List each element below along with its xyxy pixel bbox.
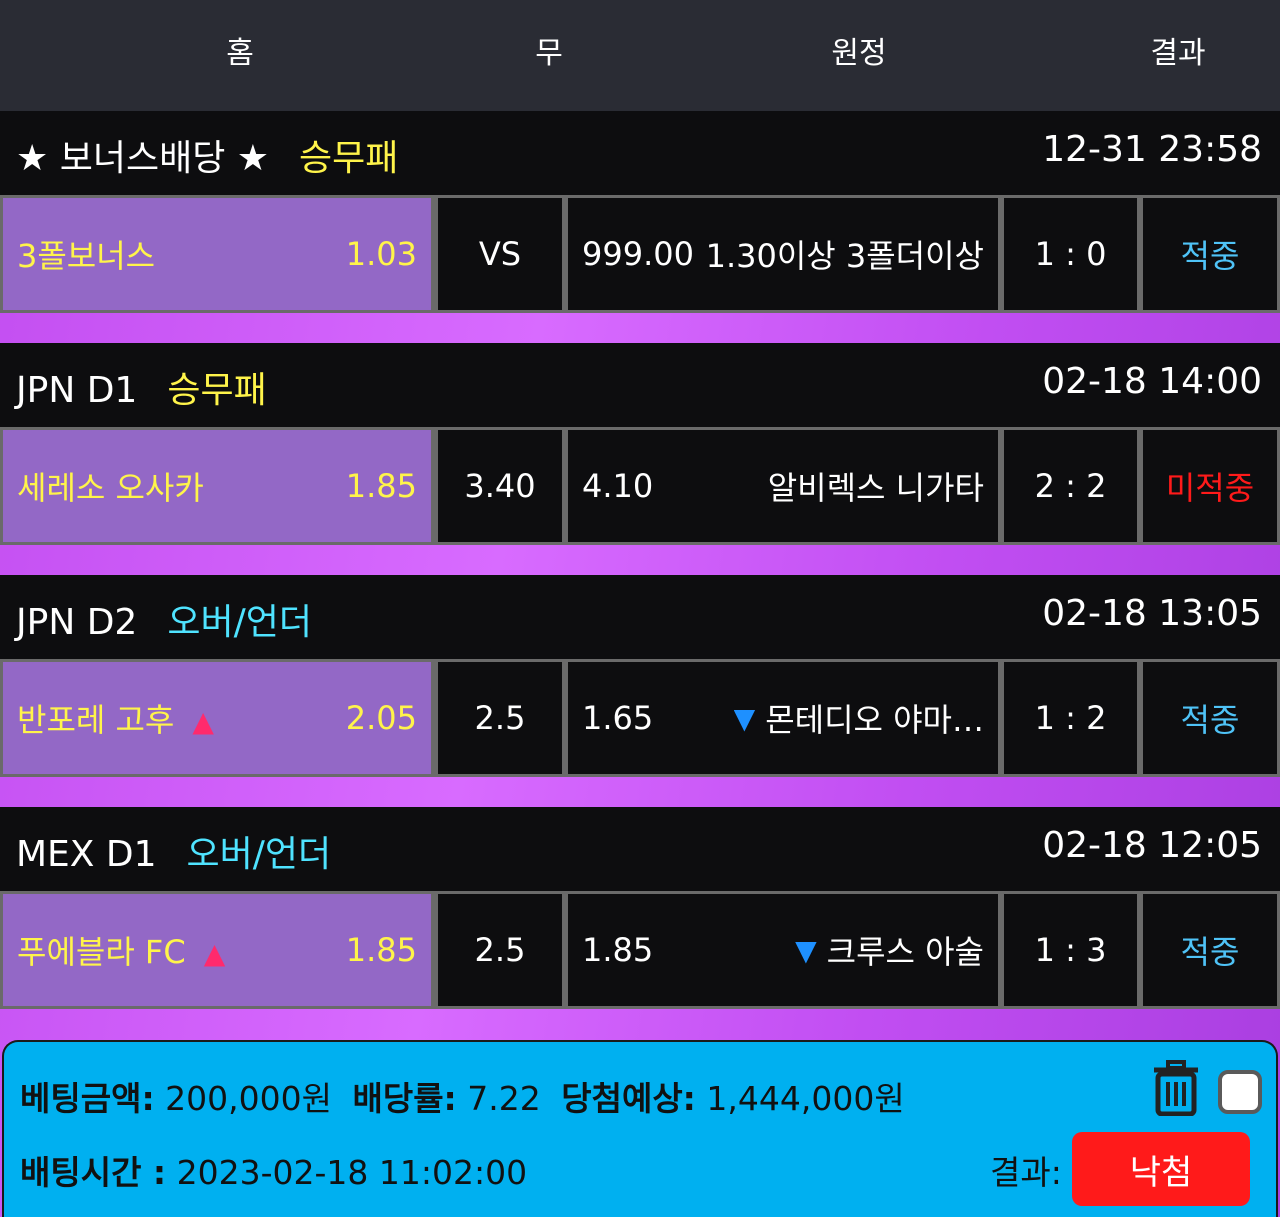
match-row: 푸에블라 FC ▲ 1.85 2.5 1.85 ▼ 크루스 아술 1 : 3 적중 xyxy=(0,891,1280,1009)
home-cell[interactable]: 세레소 오사카 1.85 xyxy=(3,430,431,542)
result-status: 적중 xyxy=(1143,894,1277,1006)
up-arrow-icon: ▲ xyxy=(203,937,226,970)
up-arrow-icon: ▲ xyxy=(192,705,214,738)
bet-time-value: 2023-02-18 11:02:00 xyxy=(176,1153,528,1192)
away-team-wrap: ▼ 몬테디오 야마… xyxy=(734,695,984,741)
home-team: 푸에블라 FC xyxy=(17,933,186,971)
expected-win-label: 당첨예상: xyxy=(561,1079,696,1118)
bet-type: 오버/언더 xyxy=(186,834,332,875)
match-time: 02-18 12:05 xyxy=(1042,825,1262,866)
home-cell[interactable]: 3폴보너스 1.03 xyxy=(3,198,431,310)
expected-win-value: 1,444,000원 xyxy=(706,1079,905,1118)
home-team-wrap: 푸에블라 FC ▲ xyxy=(17,927,225,973)
home-odds: 1.85 xyxy=(345,931,417,969)
home-odds: 2.05 xyxy=(345,699,417,737)
away-cell[interactable]: 1.65 ▼ 몬테디오 야마… xyxy=(568,662,998,774)
league-title: ★ 보너스배당 ★ xyxy=(16,138,270,179)
score-cell: 1 : 3 xyxy=(1004,894,1137,1006)
match-row: 반포레 고후 ▲ 2.05 2.5 1.65 ▼ 몬테디오 야마… 1 : 2 적중 xyxy=(0,659,1280,777)
league-name: MEX D1 오버/언더 xyxy=(16,825,331,877)
home-team-wrap: 3폴보너스 xyxy=(17,231,155,277)
away-cell[interactable]: 1.85 ▼ 크루스 아술 xyxy=(568,894,998,1006)
bet-time-label: 배팅시간 : xyxy=(20,1153,167,1192)
away-team: 몬테디오 야마… xyxy=(765,701,984,739)
match-time: 12-31 23:58 xyxy=(1042,129,1262,170)
column-header: 홈 무 원정 결과 xyxy=(0,0,1280,111)
league-header: JPN D1 승무패 02-18 14:00 xyxy=(0,343,1280,427)
result-status: 미적중 xyxy=(1143,430,1277,542)
odds-value: 7.22 xyxy=(467,1079,541,1118)
draw-cell[interactable]: 2.5 xyxy=(438,894,562,1006)
league-title: JPN D2 xyxy=(16,602,138,643)
away-odds: 4.10 xyxy=(582,467,654,505)
league-title: MEX D1 xyxy=(16,834,157,875)
header-result: 결과 xyxy=(1150,36,1206,71)
away-team: 크루스 아술 xyxy=(826,933,984,971)
away-cell[interactable]: 4.10 알비렉스 니가타 xyxy=(568,430,998,542)
match-time: 02-18 14:00 xyxy=(1042,361,1262,402)
down-arrow-icon: ▼ xyxy=(795,933,817,967)
league-header: JPN D2 오버/언더 02-18 13:05 xyxy=(0,575,1280,659)
bet-type: 오버/언더 xyxy=(167,602,312,643)
draw-cell[interactable]: 2.5 xyxy=(438,662,562,774)
bet-type: 승무패 xyxy=(167,370,267,411)
home-team-wrap: 세레소 오사카 xyxy=(17,463,204,509)
away-team: 알비렉스 니가타 xyxy=(767,469,984,507)
home-team: 반포레 고후 xyxy=(17,701,175,739)
bet-amount-value: 200,000원 xyxy=(165,1079,332,1118)
summary-line-amounts: 베팅금액: 200,000원 배당률: 7.22 당첨예상: 1,444,000… xyxy=(20,1072,905,1120)
home-team: 세레소 오사카 xyxy=(17,469,204,507)
home-cell[interactable]: 반포레 고후 ▲ 2.05 xyxy=(3,662,431,774)
score-cell: 1 : 2 xyxy=(1004,662,1137,774)
bet-amount-label: 베팅금액: xyxy=(20,1079,155,1118)
match-time: 02-18 13:05 xyxy=(1042,593,1262,634)
league-header: ★ 보너스배당 ★ 승무패 12-31 23:58 xyxy=(0,111,1280,195)
result-status: 적중 xyxy=(1143,662,1277,774)
home-cell[interactable]: 푸에블라 FC ▲ 1.85 xyxy=(3,894,431,1006)
away-odds: 999.00 xyxy=(582,235,694,273)
away-odds: 1.65 xyxy=(582,699,654,737)
bet-type: 승무패 xyxy=(299,138,399,179)
header-draw: 무 xyxy=(535,36,563,71)
summary-line-time: 배팅시간 : 2023-02-18 11:02:00 xyxy=(20,1146,527,1194)
away-team-wrap: 알비렉스 니가타 xyxy=(768,463,984,509)
result-status: 적중 xyxy=(1143,198,1277,310)
odds-label: 배당률: xyxy=(352,1079,457,1118)
result-label: 결과: xyxy=(990,1153,1062,1192)
header-away: 원정 xyxy=(831,36,887,71)
away-team-wrap: 1.30이상 3폴더이상 xyxy=(706,231,984,277)
score-cell: 1 : 0 xyxy=(1004,198,1137,310)
header-home: 홈 xyxy=(226,36,254,71)
home-odds: 1.03 xyxy=(345,235,417,273)
league-name: ★ 보너스배당 ★ 승무패 xyxy=(16,129,398,181)
draw-cell[interactable]: 3.40 xyxy=(438,430,562,542)
select-checkbox[interactable] xyxy=(1218,1070,1262,1114)
league-name: JPN D2 오버/언더 xyxy=(16,593,312,645)
home-team: 3폴보너스 xyxy=(17,237,156,275)
away-team-wrap: ▼ 크루스 아술 xyxy=(795,927,984,973)
bet-summary-panel: 베팅금액: 200,000원 배당률: 7.22 당첨예상: 1,444,000… xyxy=(2,1040,1278,1217)
away-cell[interactable]: 999.00 1.30이상 3폴더이상 xyxy=(568,198,998,310)
away-team: 1.30이상 3폴더이상 xyxy=(705,237,984,275)
trash-icon[interactable] xyxy=(1152,1060,1200,1116)
league-header: MEX D1 오버/언더 02-18 12:05 xyxy=(0,807,1280,891)
away-odds: 1.85 xyxy=(582,931,654,969)
match-row: 세레소 오사카 1.85 3.40 4.10 알비렉스 니가타 2 : 2 미적중 xyxy=(0,427,1280,545)
home-team-wrap: 반포레 고후 ▲ xyxy=(17,695,214,741)
home-odds: 1.85 xyxy=(345,467,417,505)
match-row: 3폴보너스 1.03 VS 999.00 1.30이상 3폴더이상 1 : 0 적중 xyxy=(0,195,1280,313)
score-cell: 2 : 2 xyxy=(1004,430,1137,542)
down-arrow-icon: ▼ xyxy=(733,701,756,735)
league-title: JPN D1 xyxy=(16,370,138,411)
result-button[interactable]: 낙첨 xyxy=(1072,1132,1250,1206)
draw-cell[interactable]: VS xyxy=(438,198,562,310)
league-name: JPN D1 승무패 xyxy=(16,361,267,413)
